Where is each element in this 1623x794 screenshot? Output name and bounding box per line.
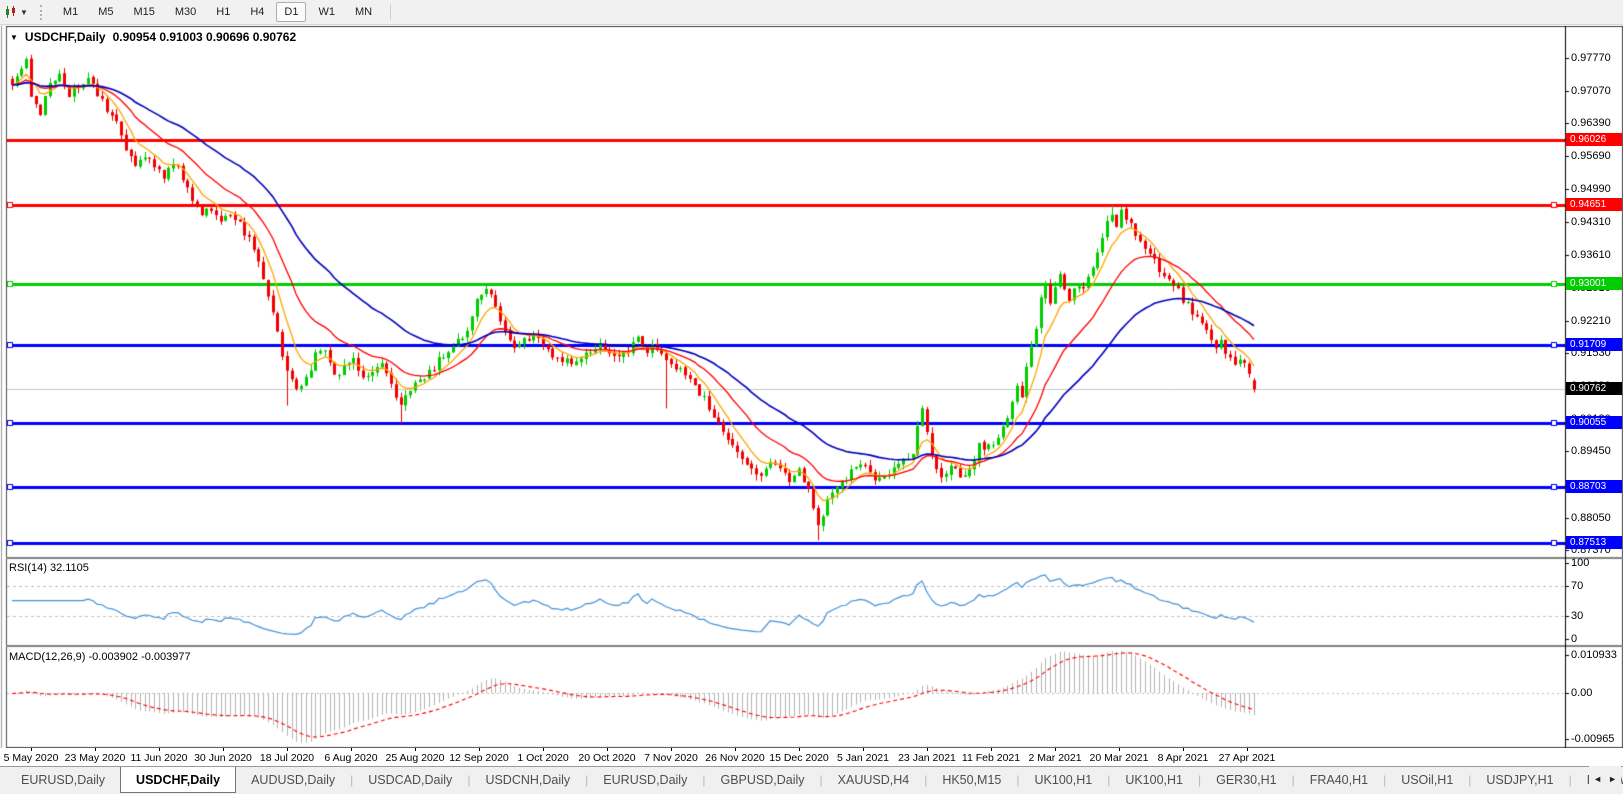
date-tick-label: 18 Jul 2020	[259, 752, 315, 764]
price-chart-canvas[interactable]	[0, 26, 1623, 748]
candlestick-icon	[6, 6, 15, 18]
chart-tab-usdcad-daily[interactable]: USDCAD,Daily	[353, 767, 467, 793]
date-tick-label: 23 Jan 2021	[898, 752, 956, 764]
date-tick-label: 1 Oct 2020	[517, 752, 569, 764]
timeframe-button-h4[interactable]: H4	[242, 2, 272, 22]
chart-tab-bar: EURUSD,Daily USDCHF,Daily AUDUSD,Daily | USD…	[0, 766, 1623, 793]
date-tick	[1055, 748, 1056, 751]
timeframe-button-m30[interactable]: M30	[167, 2, 204, 22]
chart-tab-fra40-h1[interactable]: FRA40,H1	[1295, 767, 1383, 793]
date-tick-label: 8 Apr 2021	[1157, 752, 1209, 764]
date-axis: 5 May 2020 23 May 2020 11 Jun 2020 30 Jun 2…	[0, 748, 1623, 766]
date-tick	[31, 748, 32, 751]
date-tick	[671, 748, 672, 751]
date-tick	[607, 748, 608, 751]
chevron-down-icon: ▼	[20, 7, 28, 17]
tab-scroll-arrows: ◄ ►	[1589, 766, 1621, 792]
chart-tab-usdjpy-h1[interactable]: USDJPY,H1	[1471, 767, 1568, 793]
tab-scroll-left-icon[interactable]: ◄	[1593, 774, 1602, 784]
date-tick	[1183, 748, 1184, 751]
date-tick	[95, 748, 96, 751]
chart-ohlc-readout: 0.90954 0.91003 0.90696 0.90762	[112, 30, 297, 44]
date-tick-label: 15 Dec 2020	[769, 752, 829, 764]
date-tick	[351, 748, 352, 751]
date-tick	[991, 748, 992, 751]
date-tick	[735, 748, 736, 751]
rsi-label: RSI(14) 32.1105	[9, 562, 89, 574]
date-tick	[1247, 748, 1248, 751]
chart-tab-usdchf-daily[interactable]: USDCHF,Daily	[120, 767, 237, 793]
date-tick	[159, 748, 160, 751]
timeframe-button-m5[interactable]: M5	[90, 2, 121, 22]
timeframe-button-m15[interactable]: M15	[125, 2, 162, 22]
date-tick-label: 30 Jun 2020	[194, 752, 252, 764]
date-tick-label: 20 Oct 2020	[578, 752, 636, 764]
timeframe-button-h1[interactable]: H1	[208, 2, 238, 22]
date-tick	[223, 748, 224, 751]
date-tick-label: 5 Jan 2021	[837, 752, 889, 764]
top-toolbar: ▼ M1 M5 M15 M30 H1 H4 D1 W1 MN	[0, 0, 1623, 25]
chart-tab-usdcnh-daily[interactable]: USDCNH,Daily	[470, 767, 585, 793]
chart-tab-eurusd-daily[interactable]: EURUSD,Daily	[588, 767, 702, 793]
chart-window: ▼ USDCHF,Daily 0.90954 0.91003 0.90696 0…	[0, 26, 1623, 748]
tab-scroll-right-icon[interactable]: ►	[1608, 774, 1617, 784]
toolbar-grip-handle[interactable]	[39, 4, 45, 20]
timeframe-button-m1[interactable]: M1	[55, 2, 86, 22]
date-tick	[927, 748, 928, 751]
macd-label: MACD(12,26,9) -0.003902 -0.003977	[9, 651, 191, 663]
chart-type-tool[interactable]: ▼	[1, 2, 31, 22]
chart-tab-hk50-m15[interactable]: HK50,M15	[927, 767, 1016, 793]
timeframe-buttons: M1 M5 M15 M30 H1 H4 D1 W1 MN	[55, 2, 380, 22]
date-tick	[863, 748, 864, 751]
date-tick	[543, 748, 544, 751]
timeframe-button-w1[interactable]: W1	[310, 2, 343, 22]
date-tick	[415, 748, 416, 751]
date-tick-label: 11 Jun 2020	[130, 752, 188, 764]
chart-tab-audusd-daily[interactable]: AUDUSD,Daily	[236, 767, 350, 793]
date-tick-label: 20 Mar 2021	[1089, 752, 1149, 764]
date-tick-label: 6 Aug 2020	[324, 752, 378, 764]
chart-symbol: USDCHF,Daily	[24, 30, 106, 44]
collapse-triangle-icon[interactable]: ▼	[10, 33, 18, 42]
date-tick-label: 2 Mar 2021	[1028, 752, 1082, 764]
chart-tab-eurusd-daily[interactable]: EURUSD,Daily	[6, 767, 120, 793]
chart-tab-uk100-h1[interactable]: UK100,H1	[1110, 767, 1198, 793]
chart-tab-xauusd-h4[interactable]: XAUUSD,H4	[823, 767, 925, 793]
date-tick-label: 23 May 2020	[64, 752, 126, 764]
date-tick-label: 27 Apr 2021	[1218, 752, 1276, 764]
chart-title: ▼ USDCHF,Daily 0.90954 0.91003 0.90696 0…	[10, 30, 296, 44]
date-tick-label: 12 Sep 2020	[449, 752, 509, 764]
toolbar-separator	[390, 4, 392, 20]
chart-tab-gbpusd-daily[interactable]: GBPUSD,Daily	[705, 767, 819, 793]
date-tick-label: 11 Feb 2021	[961, 752, 1021, 764]
date-tick-label: 5 May 2020	[3, 752, 59, 764]
date-tick	[287, 748, 288, 751]
chart-tab-ger30-h1[interactable]: GER30,H1	[1201, 767, 1291, 793]
date-tick	[479, 748, 480, 751]
chart-tab-uk100-h1[interactable]: UK100,H1	[1020, 767, 1108, 793]
timeframe-button-mn[interactable]: MN	[347, 2, 380, 22]
date-tick	[799, 748, 800, 751]
date-tick-label: 7 Nov 2020	[644, 752, 698, 764]
date-tick-label: 26 Nov 2020	[705, 752, 765, 764]
timeframe-button-d1[interactable]: D1	[276, 2, 307, 22]
chart-tab-usoil-h1[interactable]: USOil,H1	[1386, 767, 1468, 793]
date-tick-label: 25 Aug 2020	[385, 752, 445, 764]
date-tick	[1119, 748, 1120, 751]
